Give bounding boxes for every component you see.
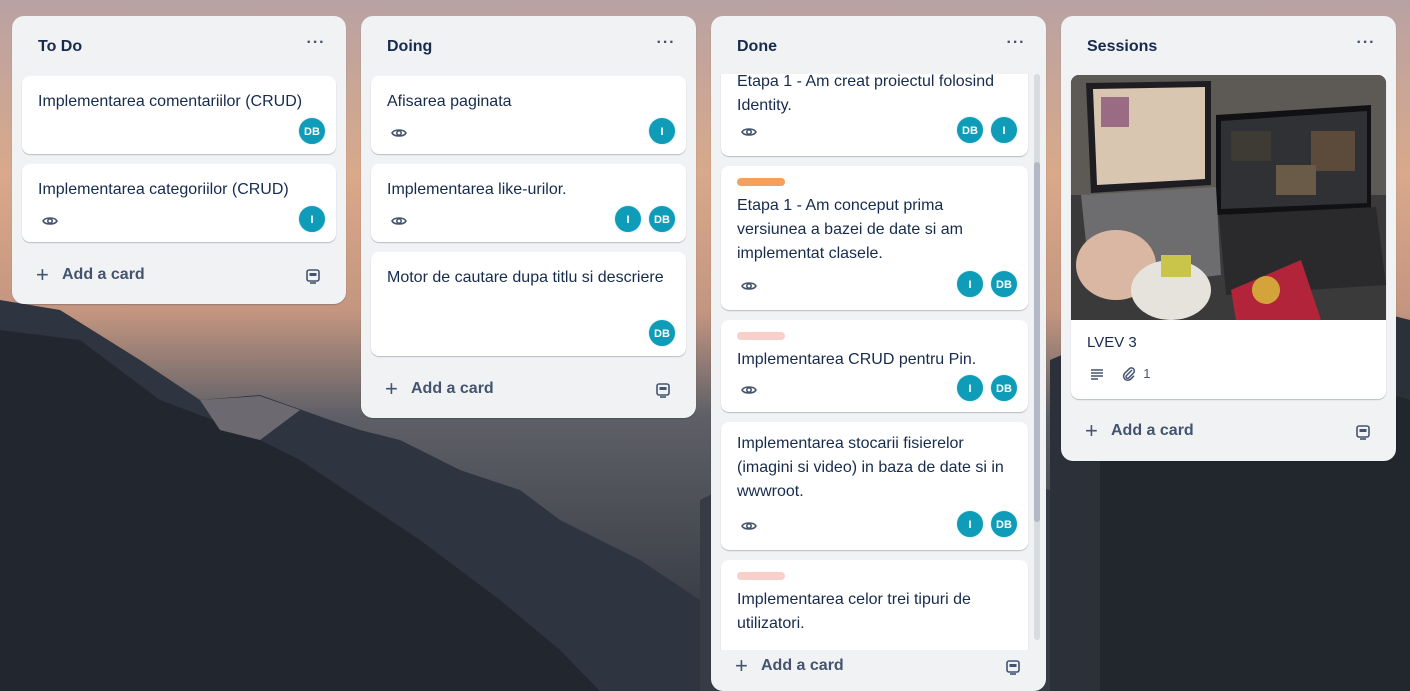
member-avatar[interactable]: I: [648, 117, 676, 145]
description-icon: [1091, 368, 1103, 380]
eye-icon: [391, 129, 407, 137]
add-card-label: Add a card: [411, 380, 494, 397]
card[interactable]: Implementarea categoriilor (CRUD) I: [22, 164, 336, 242]
card-title: Implementarea CRUD pentru Pin.: [737, 351, 977, 368]
card-title: Afisarea paginata: [387, 93, 512, 110]
add-card-label: Add a card: [761, 657, 844, 674]
list-menu-button[interactable]: ···: [1350, 34, 1382, 58]
attachment-count: 1: [1143, 366, 1151, 382]
member-avatar[interactable]: DB: [648, 319, 676, 347]
list-sessions: Sessions ··· LVEV 3 1 + Add a card: [1061, 16, 1396, 461]
add-card-button[interactable]: + Add a card: [371, 372, 686, 408]
member-avatar[interactable]: DB: [990, 374, 1018, 402]
card-title: Etapa 1 - Am conceput prima versiunea a …: [737, 197, 963, 262]
more-horizontal-icon: ···: [306, 34, 326, 51]
scrollbar-thumb[interactable]: [1034, 162, 1040, 522]
list-scrollbar[interactable]: [1034, 74, 1040, 640]
add-card-button[interactable]: + Add a card: [721, 649, 1036, 685]
card-title: Implementarea categoriilor (CRUD): [38, 181, 289, 198]
card[interactable]: Afisarea paginata I: [371, 76, 686, 154]
card[interactable]: Etapa 1 - Am conceput prima versiunea a …: [721, 166, 1028, 310]
list-done: Done ··· Etapa 1 - Am creat proiectul fo…: [711, 16, 1046, 691]
card[interactable]: LVEV 3 1: [1071, 75, 1386, 399]
plus-icon: +: [36, 262, 49, 287]
member-avatar[interactable]: I: [956, 510, 984, 538]
card-title: Implementarea stocarii fisierelor (imagi…: [737, 435, 1004, 500]
card[interactable]: Implementarea CRUD pentru Pin. I DB: [721, 320, 1028, 412]
member-avatar[interactable]: I: [956, 270, 984, 298]
card-template-icon[interactable]: [654, 381, 672, 399]
card[interactable]: Implementarea comentariilor (CRUD) DB: [22, 76, 336, 154]
member-avatar[interactable]: I: [614, 205, 642, 233]
list-title[interactable]: To Do: [38, 38, 82, 56]
member-avatar[interactable]: I: [298, 205, 326, 233]
list-menu-button[interactable]: ···: [300, 34, 332, 58]
add-card-label: Add a card: [1111, 422, 1194, 439]
list-doing: Doing ··· Afisarea paginata I Implementa…: [361, 16, 696, 418]
card-template-icon[interactable]: [1354, 423, 1372, 441]
eye-icon: [741, 128, 757, 136]
more-horizontal-icon: ···: [656, 34, 676, 51]
member-avatar[interactable]: DB: [298, 117, 326, 145]
card-label[interactable]: [737, 178, 785, 186]
card-template-icon[interactable]: [304, 267, 322, 285]
card-cover-image: [1071, 75, 1386, 320]
card-title: LVEV 3: [1087, 334, 1137, 351]
card-label[interactable]: [737, 332, 785, 340]
list-menu-button[interactable]: ···: [650, 34, 682, 58]
eye-icon: [741, 282, 757, 290]
card-title: Implementarea like-urilor.: [387, 181, 567, 198]
card[interactable]: Implementarea stocarii fisierelor (imagi…: [721, 422, 1028, 550]
add-card-button[interactable]: + Add a card: [1071, 414, 1386, 450]
eye-icon: [42, 217, 58, 225]
member-avatar[interactable]: DB: [990, 510, 1018, 538]
member-avatar[interactable]: DB: [990, 270, 1018, 298]
list-menu-button[interactable]: ···: [1000, 34, 1032, 58]
card-label[interactable]: [737, 572, 785, 580]
card[interactable]: Etapa 1 - Am creat proiectul folosind Id…: [721, 74, 1028, 156]
member-avatar[interactable]: I: [990, 116, 1018, 144]
list-header: Sessions ···: [1061, 16, 1396, 74]
eye-icon: [741, 386, 757, 394]
list-header: Done ···: [711, 16, 1046, 74]
card-title: Etapa 1 - Am creat proiectul folosind Id…: [737, 74, 995, 114]
card[interactable]: Motor de cautare dupa titlu si descriere…: [371, 252, 686, 356]
member-avatar[interactable]: I: [956, 374, 984, 402]
eye-icon: [741, 522, 757, 530]
card-badges: 1: [1089, 365, 1150, 385]
card[interactable]: Implementarea like-urilor. I DB: [371, 164, 686, 242]
member-avatar[interactable]: DB: [648, 205, 676, 233]
member-avatar[interactable]: DB: [956, 116, 984, 144]
paperclip-icon: [1122, 366, 1135, 381]
plus-icon: +: [385, 376, 398, 401]
list-title[interactable]: Sessions: [1087, 38, 1157, 56]
list-title[interactable]: Doing: [387, 38, 432, 56]
card-title: Motor de cautare dupa titlu si descriere: [387, 269, 664, 286]
plus-icon: +: [735, 653, 748, 678]
card-title: Implementarea comentariilor (CRUD): [38, 93, 303, 110]
more-horizontal-icon: ···: [1006, 34, 1026, 51]
card[interactable]: Implementarea celor trei tipuri de utili…: [721, 560, 1028, 650]
list-title[interactable]: Done: [737, 38, 777, 56]
more-horizontal-icon: ···: [1356, 34, 1376, 51]
list-todo: To Do ··· Implementarea comentariilor (C…: [12, 16, 346, 304]
eye-icon: [391, 217, 407, 225]
card-list-scroll-area[interactable]: Etapa 1 - Am creat proiectul folosind Id…: [711, 74, 1046, 650]
list-header: To Do ···: [12, 16, 346, 74]
card-title: Implementarea celor trei tipuri de utili…: [737, 591, 971, 632]
plus-icon: +: [1085, 418, 1098, 443]
card-template-icon[interactable]: [1004, 658, 1022, 676]
add-card-label: Add a card: [62, 266, 145, 283]
list-header: Doing ···: [361, 16, 696, 74]
add-card-button[interactable]: + Add a card: [22, 258, 336, 294]
